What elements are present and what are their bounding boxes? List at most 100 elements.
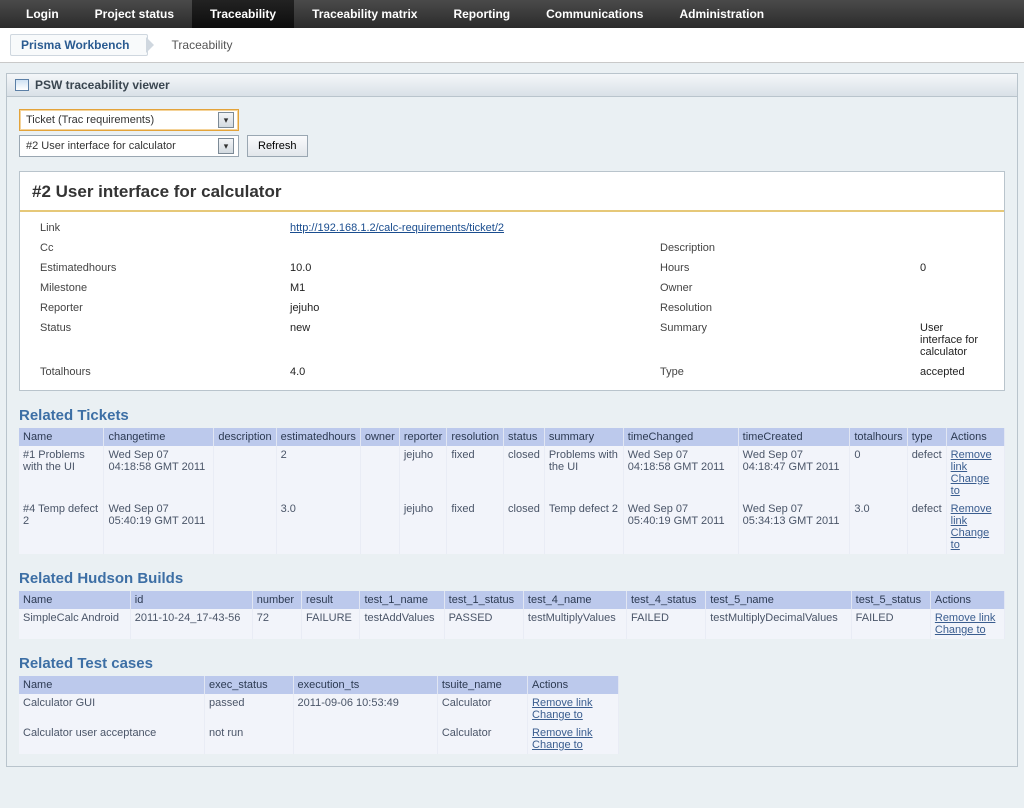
table-cell: 3.0 [850,500,907,554]
panel-header: PSW traceability viewer [7,74,1017,97]
field-label: Description [660,242,910,254]
table-cell: closed [504,446,545,500]
table-cell: Wed Sep 07 05:40:19 GMT 2011 [623,500,738,554]
table-cell: jejuho [399,500,447,554]
table-cell: not run [204,724,293,754]
nav-communications[interactable]: Communications [528,0,661,28]
column-header: test_4_status [627,591,706,609]
action-link[interactable]: Remove link [532,727,614,739]
ticket-title: #2 User interface for calculator [20,172,1004,210]
field-value [920,242,984,254]
column-header: changetime [104,428,214,446]
action-link[interactable]: Remove link [935,612,1000,624]
column-header: Actions [930,591,1004,609]
column-header: summary [544,428,623,446]
top-nav: LoginProject statusTraceabilityTraceabil… [0,0,1024,28]
refresh-button[interactable]: Refresh [247,135,308,157]
action-link[interactable]: Change to [951,473,1000,497]
chevron-down-icon: ▾ [218,112,234,128]
field-label: Owner [660,282,910,294]
chevron-down-icon: ▾ [218,138,234,154]
action-link[interactable]: Remove link [951,503,1000,527]
action-link[interactable]: Change to [935,624,1000,636]
actions-cell: Remove linkChange to [930,609,1004,639]
table-cell: defect [907,446,946,500]
table-cell: testMultiplyValues [523,609,626,639]
related-tickets-table: Namechangetimedescriptionestimatedhourso… [19,428,1005,554]
nav-reporting[interactable]: Reporting [435,0,528,28]
action-link[interactable]: Change to [532,739,614,751]
table-cell [360,500,399,554]
table-cell: defect [907,500,946,554]
field-label: Totalhours [40,366,280,378]
nav-administration[interactable]: Administration [661,0,782,28]
table-cell: fixed [447,500,504,554]
action-link[interactable]: Change to [951,527,1000,551]
source-select[interactable]: Ticket (Trac requirements) ▾ [19,109,239,131]
table-cell: fixed [447,446,504,500]
table-cell: FAILURE [302,609,360,639]
actions-cell: Remove linkChange to [946,446,1004,500]
column-header: status [504,428,545,446]
source-select-value: Ticket (Trac requirements) [26,114,154,126]
item-select-value: #2 User interface for calculator [26,140,176,152]
breadcrumb-root[interactable]: Prisma Workbench [10,34,148,56]
column-header: Name [19,591,130,609]
column-header: Name [19,428,104,446]
actions-cell: Remove linkChange to [528,694,619,724]
nav-traceability[interactable]: Traceability [192,0,294,28]
action-link[interactable]: Remove link [532,697,614,709]
field-value: User interface for calculator [920,322,984,358]
field-label: Estimatedhours [40,262,280,274]
item-select[interactable]: #2 User interface for calculator ▾ [19,135,239,157]
field-label: Cc [40,242,280,254]
table-cell: 72 [252,609,301,639]
table-cell: 3.0 [276,500,360,554]
table-cell: passed [204,694,293,724]
field-value: M1 [290,282,650,294]
related-builds-title: Related Hudson Builds [19,570,1005,587]
table-cell: Wed Sep 07 05:34:13 GMT 2011 [738,500,850,554]
table-cell: jejuho [399,446,447,500]
table-cell: Wed Sep 07 04:18:47 GMT 2011 [738,446,850,500]
column-header: description [214,428,276,446]
table-cell: #1 Problems with the UI [19,446,104,500]
ticket-card: #2 User interface for calculator Linkhtt… [19,171,1005,391]
table-cell: testAddValues [360,609,444,639]
column-header: type [907,428,946,446]
table-cell [214,446,276,500]
field-label: Hours [660,262,910,274]
table-cell: FAILED [851,609,930,639]
field-value [920,282,984,294]
field-value: accepted [920,366,984,378]
actions-cell: Remove linkChange to [946,500,1004,554]
related-tickets-title: Related Tickets [19,407,1005,424]
column-header: test_5_status [851,591,930,609]
related-tests-title: Related Test cases [19,655,1005,672]
field-label: Status [40,322,280,358]
action-link[interactable]: Change to [532,709,614,721]
nav-traceability-matrix[interactable]: Traceability matrix [294,0,435,28]
column-header: Actions [528,676,619,694]
ticket-link[interactable]: http://192.168.1.2/calc-requirements/tic… [290,222,504,234]
table-cell: Problems with the UI [544,446,623,500]
table-cell: PASSED [444,609,523,639]
column-header: exec_status [204,676,293,694]
traceability-panel: PSW traceability viewer Ticket (Trac req… [6,73,1018,767]
nav-login[interactable]: Login [8,0,77,28]
field-label: Type [660,366,910,378]
column-header: Actions [946,428,1004,446]
table-cell: Calculator [437,694,527,724]
column-header: test_1_name [360,591,444,609]
column-header: test_4_name [523,591,626,609]
table-cell [214,500,276,554]
table-row: #4 Temp defect 2Wed Sep 07 05:40:19 GMT … [19,500,1005,554]
column-header: owner [360,428,399,446]
column-header: id [130,591,252,609]
table-cell: SimpleCalc Android [19,609,130,639]
field-label: Milestone [40,282,280,294]
column-header: Name [19,676,204,694]
action-link[interactable]: Remove link [951,449,1000,473]
nav-project-status[interactable]: Project status [77,0,192,28]
field-label: Link [40,222,280,234]
